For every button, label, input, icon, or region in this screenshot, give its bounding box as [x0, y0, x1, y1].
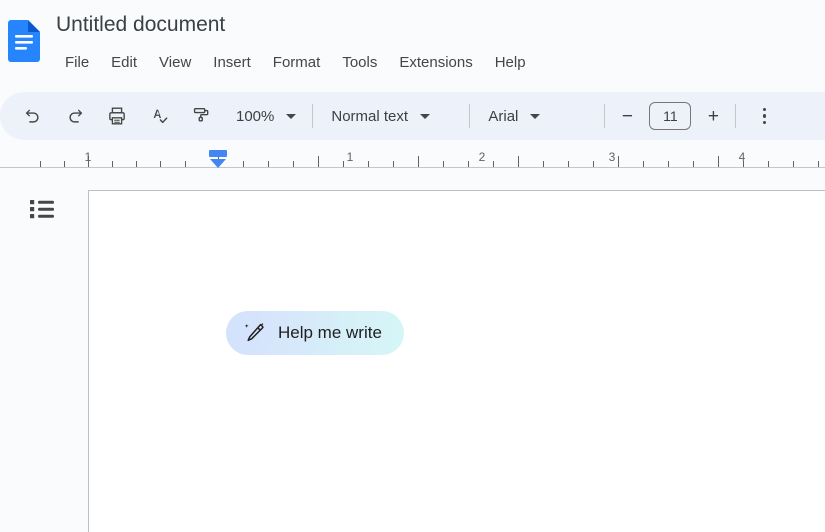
ruler-tick — [718, 156, 719, 167]
ruler-tick — [243, 161, 244, 167]
spellcheck-icon — [153, 109, 168, 124]
paragraph-style-label: Normal text — [331, 107, 409, 125]
increase-font-size-button[interactable]: + — [699, 102, 727, 130]
more-options-icon — [762, 120, 767, 125]
zoom-level-label: 100% — [236, 107, 275, 125]
menu-item-tools[interactable]: Tools — [331, 50, 388, 76]
ruler-tick — [268, 161, 269, 167]
decrease-font-size-button[interactable]: − — [613, 102, 641, 130]
document-page[interactable]: Help me write — [88, 190, 825, 532]
print-icon — [109, 107, 125, 125]
font-family-label: Arial — [488, 107, 519, 125]
docs-logo-icon[interactable] — [8, 20, 40, 62]
font-size-input[interactable] — [649, 102, 692, 130]
chevron-down-icon — [286, 113, 297, 119]
document-workarea: Help me write — [0, 175, 825, 532]
ruler-tick — [593, 161, 594, 167]
help-me-write-label: Help me write — [278, 323, 382, 342]
ruler-tick — [793, 161, 794, 167]
menu-bar: File Edit View Insert Format Tools Exten… — [54, 50, 537, 76]
font-family-selector[interactable]: Arial — [478, 100, 596, 132]
ruler-number: 1 — [346, 150, 354, 164]
chevron-down-icon — [530, 113, 541, 119]
menu-item-edit[interactable]: Edit — [100, 50, 148, 76]
menu-item-format[interactable]: Format — [262, 50, 332, 76]
ruler-baseline — [0, 167, 825, 168]
ruler-tick — [112, 161, 113, 167]
magic-pencil-icon — [244, 322, 264, 342]
ruler-tick — [818, 161, 819, 167]
left-indent-marker[interactable] — [210, 159, 226, 168]
ruler-tick — [393, 161, 394, 167]
more-options-icon — [762, 114, 767, 118]
document-outline-icon — [30, 200, 54, 219]
ruler-number: 4 — [738, 150, 746, 164]
ruler-tick — [64, 161, 65, 167]
ruler-tick — [568, 161, 569, 167]
ruler-tick — [693, 161, 694, 167]
more-options-button[interactable] — [748, 100, 780, 132]
toolbar-divider — [312, 104, 314, 128]
document-outline-button[interactable] — [22, 189, 62, 229]
ruler-tick — [293, 161, 294, 167]
ruler-tick — [418, 156, 419, 167]
menu-item-file[interactable]: File — [54, 50, 100, 76]
menu-item-view[interactable]: View — [148, 50, 202, 76]
font-size-stepper: − + — [613, 102, 727, 130]
ruler-tick — [618, 156, 619, 167]
menu-item-help[interactable]: Help — [484, 50, 537, 76]
paint-format-button[interactable] — [185, 100, 217, 132]
chevron-down-icon — [420, 113, 431, 119]
toolbar-divider — [469, 104, 471, 128]
ruler-tick — [643, 161, 644, 167]
menu-item-extensions[interactable]: Extensions — [388, 50, 483, 76]
ruler-tick — [443, 161, 444, 167]
menu-item-insert[interactable]: Insert — [202, 50, 262, 76]
ruler-tick — [185, 161, 186, 167]
title-block: Untitled document — [56, 12, 225, 38]
spellcheck-button[interactable] — [143, 100, 175, 132]
ruler-tick — [343, 161, 344, 167]
ruler-number: 2 — [478, 150, 486, 164]
formatting-toolbar: 100% Normal text Arial − + — [0, 92, 825, 140]
paragraph-style-selector[interactable]: Normal text — [321, 100, 461, 132]
undo-button[interactable] — [17, 100, 49, 132]
ruler-tick — [543, 161, 544, 167]
ruler-tick — [468, 161, 469, 167]
toolbar-divider — [735, 104, 737, 128]
ruler-tick — [518, 156, 519, 167]
redo-icon — [69, 109, 83, 123]
horizontal-ruler[interactable]: 1 1 2 3 4 — [0, 140, 825, 172]
help-me-write-button[interactable]: Help me write — [226, 311, 404, 355]
ruler-tick — [40, 161, 41, 167]
ruler-tick — [368, 161, 369, 167]
ruler-tick — [668, 161, 669, 167]
ruler-tick — [136, 161, 137, 167]
document-title[interactable]: Untitled document — [56, 12, 225, 38]
app-header: Untitled document File Edit View Insert … — [0, 0, 825, 88]
left-indent-bar-handle[interactable] — [209, 150, 227, 157]
undo-icon — [25, 109, 39, 123]
ruler-tick — [160, 161, 161, 167]
google-docs-app: Untitled document File Edit View Insert … — [0, 0, 825, 532]
toolbar-divider — [604, 104, 606, 128]
zoom-selector[interactable]: 100% — [228, 100, 304, 132]
ruler-tick — [318, 156, 319, 167]
redo-button[interactable] — [59, 100, 91, 132]
ruler-number: 3 — [608, 150, 616, 164]
more-options-icon — [762, 107, 767, 112]
ruler-tick — [768, 161, 769, 167]
ruler-number: 1 — [84, 150, 92, 164]
ruler-tick — [493, 161, 494, 167]
print-button[interactable] — [101, 100, 133, 132]
paint-format-icon — [193, 107, 209, 122]
